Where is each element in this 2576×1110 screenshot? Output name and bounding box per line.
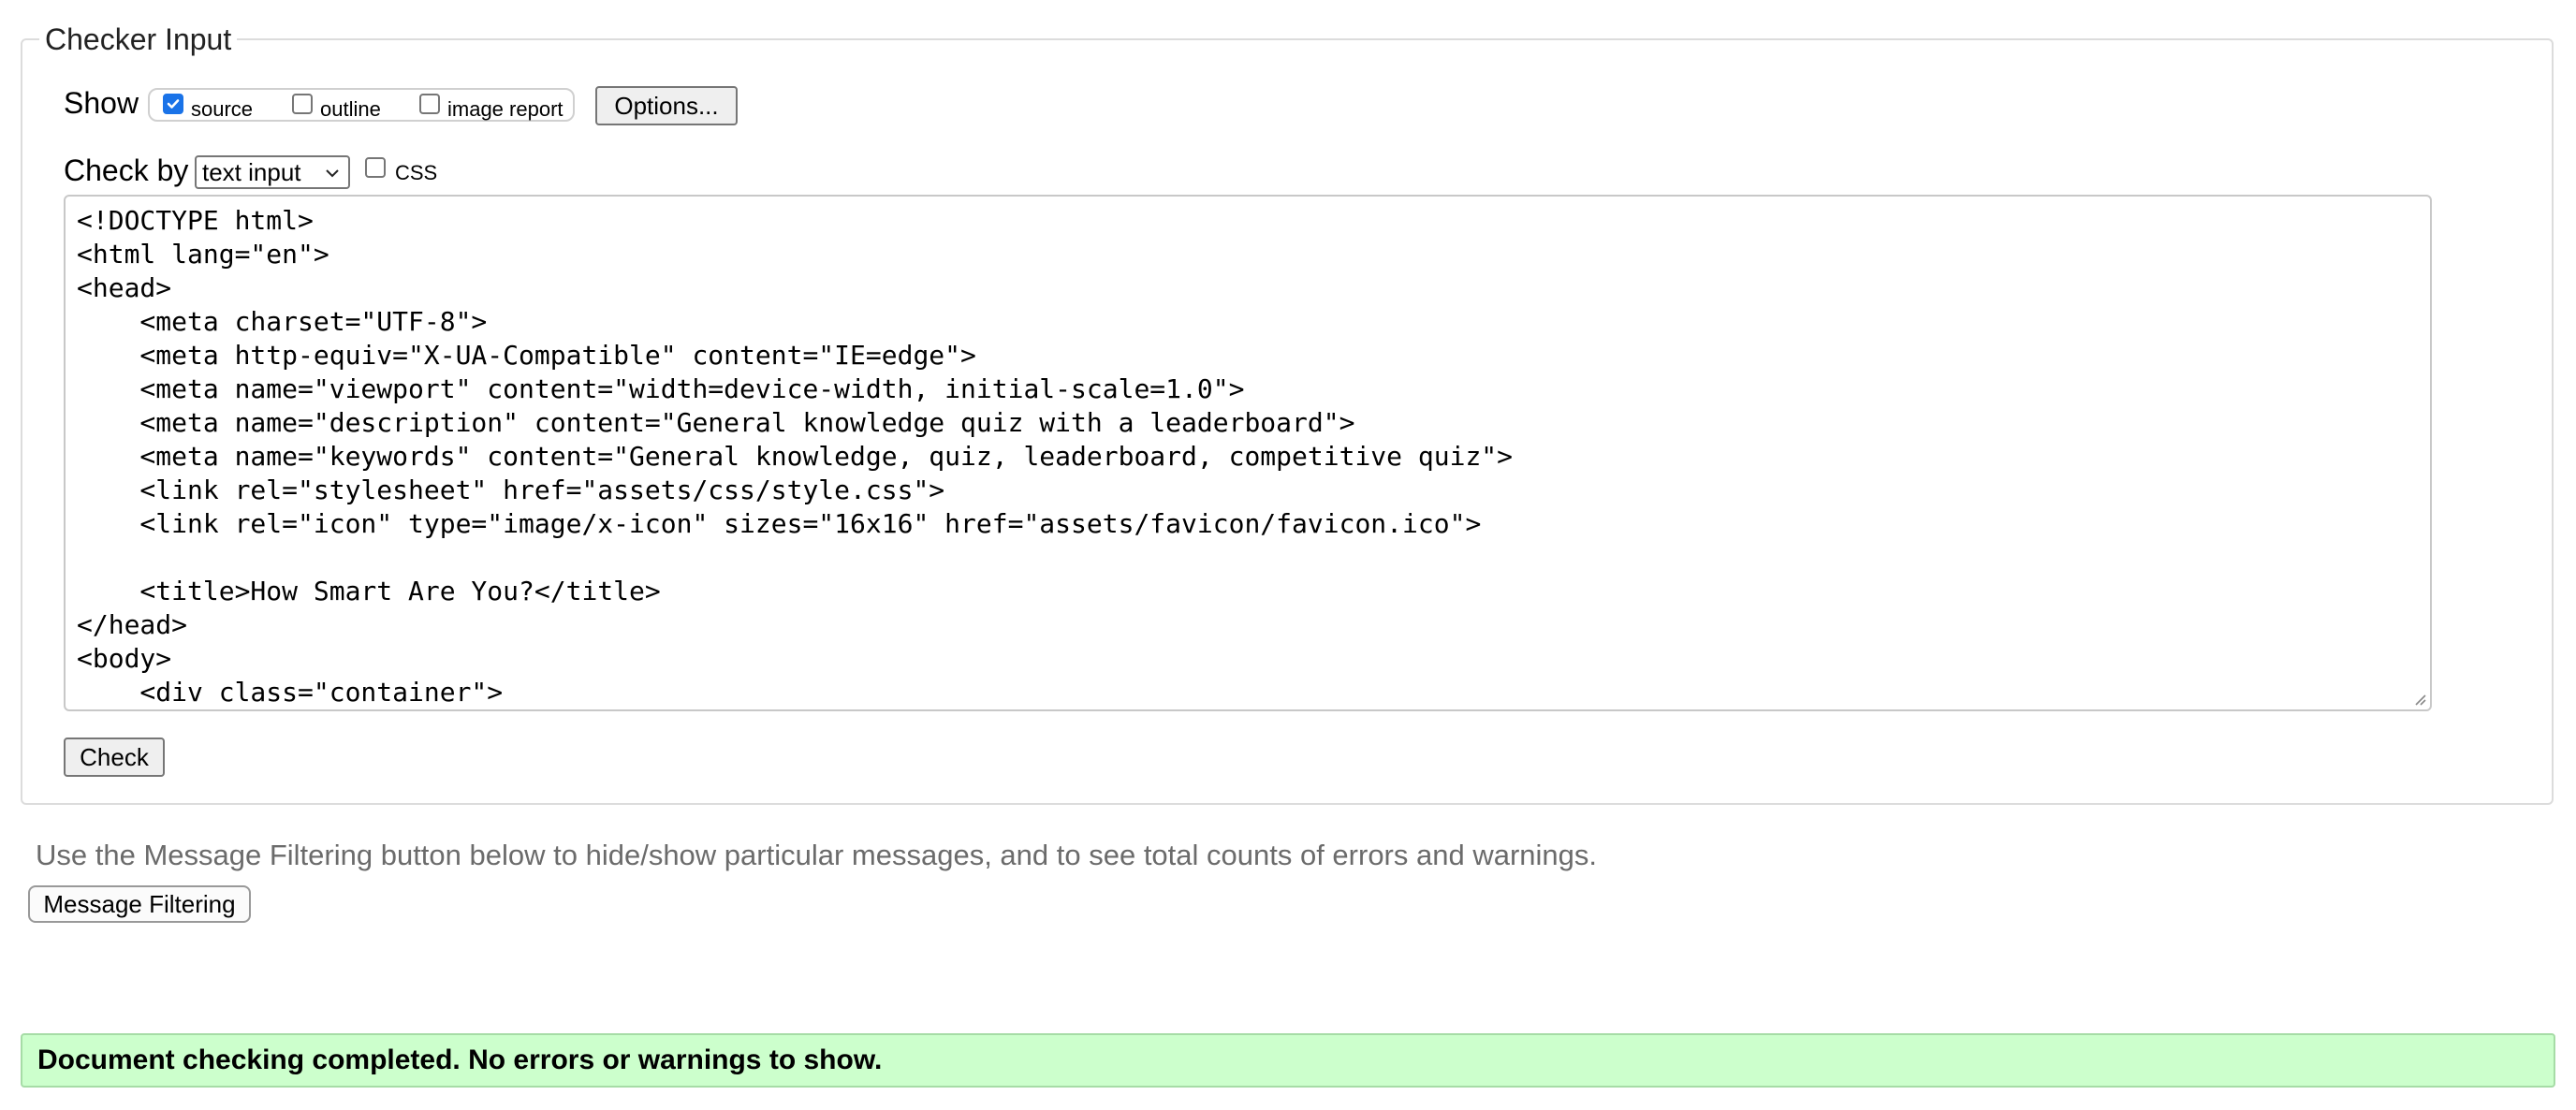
code-line: <html lang="en">	[77, 239, 329, 270]
source-label: source	[191, 97, 254, 121]
filtering-hint-text: Use the Message Filtering button below t…	[36, 839, 1598, 871]
code-line: <link rel="icon" type="image/x-icon" siz…	[77, 508, 1482, 539]
resize-grip-icon[interactable]	[2411, 691, 2426, 706]
show-options-group: source outline image report	[148, 88, 575, 122]
message-filtering-button[interactable]: Message Filtering	[28, 885, 251, 923]
source-checkbox[interactable]	[163, 94, 183, 114]
check-by-select[interactable]: text input	[195, 155, 350, 189]
check-button[interactable]: Check	[64, 738, 165, 777]
source-textarea[interactable]: <!DOCTYPE html> <html lang="en"> <head> …	[64, 195, 2432, 711]
image-report-checkbox[interactable]	[419, 94, 440, 114]
status-success-banner: Document checking completed. No errors o…	[21, 1033, 2555, 1088]
code-line: <!DOCTYPE html>	[77, 205, 314, 236]
outline-label: outline	[320, 97, 381, 121]
code-line: <meta name="viewport" content="width=dev…	[77, 373, 1245, 404]
checkmark-icon	[167, 99, 180, 109]
code-line: <title>How Smart Are You?</title>	[77, 576, 661, 606]
code-line: <meta charset="UTF-8">	[77, 306, 488, 337]
outline-checkbox[interactable]	[292, 94, 313, 114]
options-button[interactable]: Options...	[595, 86, 738, 125]
code-line: <meta http-equiv="X-UA-Compatible" conte…	[77, 340, 976, 371]
css-checkbox[interactable]	[365, 157, 386, 178]
chevron-down-icon	[326, 169, 339, 178]
check-by-label: Check by	[64, 153, 189, 187]
code-line: <meta name="keywords" content="General k…	[77, 441, 1514, 472]
code-line: </head>	[77, 609, 188, 640]
css-label: CSS	[395, 161, 438, 184]
check-by-selected-value: text input	[202, 157, 301, 186]
code-line: <link rel="stylesheet" href="assets/css/…	[77, 475, 945, 505]
show-label: Show	[64, 86, 139, 120]
code-line: <div class="container">	[77, 677, 504, 708]
code-line: <body>	[77, 643, 172, 674]
code-line: <meta name="description" content="Genera…	[77, 407, 1355, 438]
code-line: <head>	[77, 272, 172, 303]
fieldset-legend: Checker Input	[45, 22, 232, 56]
image-report-label: image report	[447, 97, 564, 121]
